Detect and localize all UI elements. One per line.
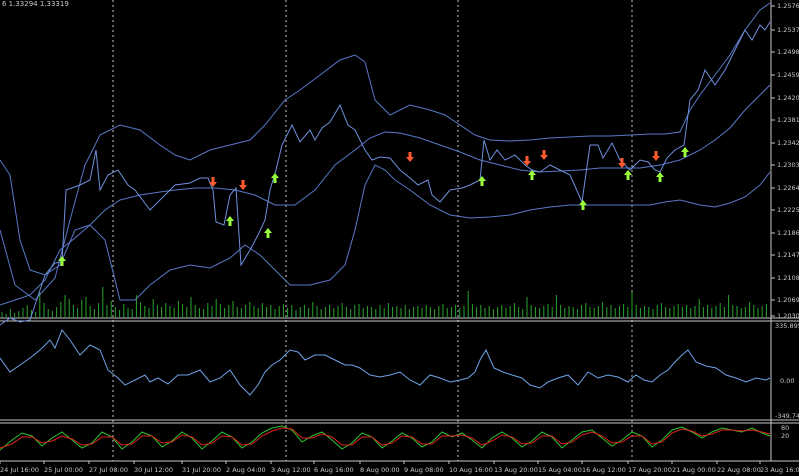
time-label: 8 Aug 00:00 (360, 466, 400, 474)
price-label: 1.23420 (777, 139, 799, 147)
cci-line (0, 329, 771, 396)
time-label: 22 Aug 08:00 (717, 466, 761, 474)
buy-arrow-icon (579, 200, 587, 210)
price-line (0, 21, 771, 326)
bollinger-lower (0, 159, 771, 301)
time-label: 27 Jul 08:00 (89, 466, 128, 474)
buy-arrow-icon (624, 170, 632, 180)
price-label: 1.20300 (777, 312, 799, 320)
price-label: 1.25760 (777, 2, 799, 10)
time-label: 10 Aug 16:00 (449, 466, 493, 474)
price-axis: 1.25760 1.25370 1.24980 1.24590 1.24200 1.238… (771, 2, 799, 320)
stoch-label: 80 (781, 424, 789, 432)
stoch-axis: 8020 (781, 424, 789, 440)
time-label: 23 Aug 16:00 (760, 466, 799, 474)
sell-arrow-icon (406, 152, 414, 162)
cci-label: 0.00 (780, 377, 794, 385)
sell-arrow-icon (209, 177, 217, 187)
price-label: 1.22250 (777, 206, 799, 214)
buy-arrow-icon (656, 172, 664, 182)
time-label: 30 Jul 12:00 (134, 466, 173, 474)
sell-arrow-icon (540, 150, 548, 160)
price-label: 1.25370 (777, 26, 799, 34)
cci-label: -349.741 (775, 412, 799, 420)
cci-axis: 335.895 0.00 -349.741 (775, 322, 799, 420)
buy-arrow-icon (478, 176, 486, 186)
price-label: 1.21080 (777, 274, 799, 282)
time-axis: 24 Jul 16:00 25 Jul 00:00 27 Jul 08:00 30 J… (0, 461, 799, 474)
price-label: 1.23030 (777, 161, 799, 169)
time-label: 21 Aug 00:00 (672, 466, 716, 474)
price-label: 1.20690 (777, 296, 799, 304)
buy-arrow-icon (681, 147, 689, 157)
time-label: 24 Jul 16:00 (0, 466, 39, 474)
bollinger-middle (0, 84, 771, 306)
time-label: 3 Aug 12:00 (271, 466, 311, 474)
time-label: 25 Jul 00:00 (44, 466, 83, 474)
trading-chart[interactable]: 1.25760 1.25370 1.24980 1.24590 1.24200 1.238… (0, 0, 799, 476)
buy-arrow-icon (226, 216, 234, 226)
time-label: 31 Jul 20:00 (182, 466, 221, 474)
price-label: 1.24200 (777, 94, 799, 102)
buy-arrow-icon (264, 228, 272, 238)
panel-separators (0, 0, 799, 462)
sell-arrow-icon (239, 180, 247, 190)
period-separators (112, 0, 633, 461)
buy-arrow-icon (58, 256, 66, 266)
signal-arrows (58, 147, 689, 266)
price-label: 1.21860 (777, 229, 799, 237)
cci-label: 335.895 (775, 322, 799, 330)
price-label: 1.24980 (777, 48, 799, 56)
price-label: 1.23810 (777, 116, 799, 124)
price-label: 1.22640 (777, 184, 799, 192)
time-label: 9 Aug 08:00 (404, 466, 444, 474)
price-label: 1.24590 (777, 71, 799, 79)
time-label: 15 Aug 04:00 (538, 466, 582, 474)
time-label: 16 Aug 12:00 (582, 466, 626, 474)
stoch-main (0, 425, 771, 451)
volume-bars (1, 287, 767, 317)
stoch-label: 20 (781, 432, 789, 440)
time-label: 6 Aug 16:00 (314, 466, 354, 474)
time-label: 17 Aug 20:00 (628, 466, 672, 474)
time-label: 13 Aug 20:00 (494, 466, 538, 474)
sell-arrow-icon (618, 158, 626, 168)
price-label: 1.21470 (777, 251, 799, 259)
sell-arrow-icon (652, 151, 660, 161)
price-readout: 6 1.33294 1.33319 (2, 0, 69, 8)
time-label: 2 Aug 04:00 (226, 466, 266, 474)
